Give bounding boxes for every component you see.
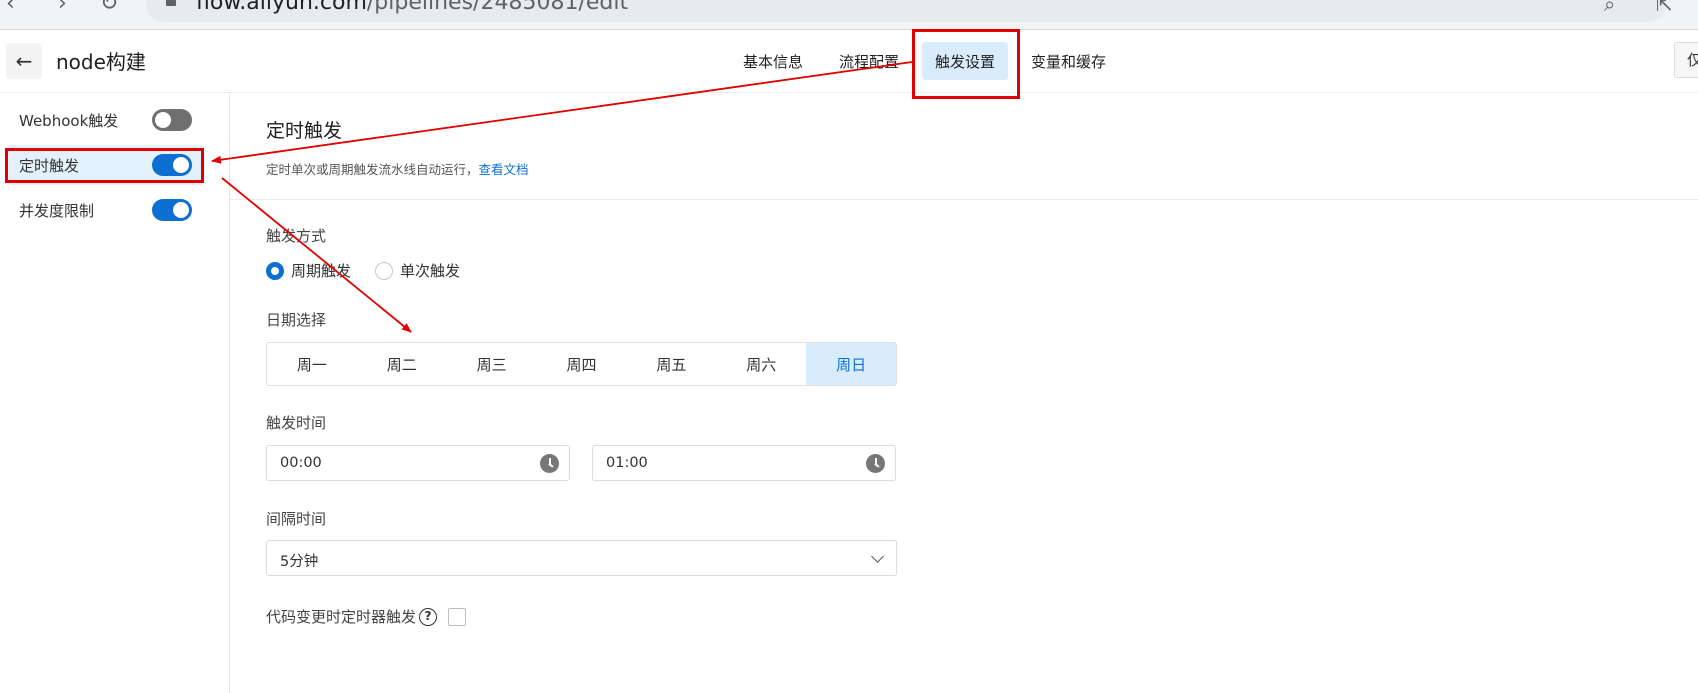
divider <box>230 199 1698 200</box>
radio-label: 周期触发 <box>291 262 352 280</box>
browser-back-icon[interactable]: ‹ <box>6 0 15 16</box>
browser-forward-icon[interactable]: › <box>58 0 67 16</box>
sidebar-item-label: 定时触发 <box>19 156 80 175</box>
back-button[interactable]: ← <box>6 43 42 79</box>
sidebar-item-scheduled[interactable]: 定时触发 <box>8 145 204 185</box>
scheduled-toggle[interactable] <box>152 154 192 176</box>
weekday-wed[interactable]: 周三 <box>447 343 537 385</box>
concurrency-toggle[interactable] <box>152 199 192 221</box>
chevron-down-icon <box>871 550 884 563</box>
description-text: 定时单次或周期触发流水线自动运行， <box>266 162 479 177</box>
weekday-fri[interactable]: 周五 <box>626 343 716 385</box>
share-icon[interactable]: ⇱ <box>1656 0 1673 16</box>
sidebar-item-label: Webhook触发 <box>19 111 119 130</box>
url-path: /pipelines/2485081/edit <box>366 0 629 15</box>
weekday-mon[interactable]: 周一 <box>267 343 357 385</box>
trigger-time-label: 触发时间 <box>266 414 327 432</box>
tab-bar: 基本信息 流程配置 触发设置 变量和缓存 <box>730 42 1129 80</box>
doc-link[interactable]: 查看文档 <box>479 162 529 177</box>
clock-icon <box>866 454 885 473</box>
url-text[interactable]: flow.aliyun.com/pipelines/2485081/edit <box>196 0 628 15</box>
interval-select[interactable]: 5分钟 <box>266 540 897 576</box>
tab-trigger-settings[interactable]: 触发设置 <box>922 42 1009 80</box>
browser-reload-icon[interactable]: ↻ <box>100 0 118 16</box>
start-time-value: 00:00 <box>280 455 322 471</box>
section-description: 定时单次或周期触发流水线自动运行，查看文档 <box>266 159 529 178</box>
page-title: node构建 <box>56 50 146 74</box>
webhook-toggle[interactable] <box>152 109 192 131</box>
url-host: flow.aliyun.com <box>196 0 367 15</box>
toggle-knob <box>173 202 189 218</box>
zoom-icon[interactable]: ⌕ <box>1604 0 1615 16</box>
arrow-left-icon: ← <box>15 49 33 73</box>
code-change-trigger-row: 代码变更时定时器触发 ? <box>266 606 467 627</box>
toggle-knob <box>173 157 189 173</box>
weekday-selector: 周一 周二 周三 周四 周五 周六 周日 <box>266 342 897 386</box>
scheduled-trigger-panel: 定时触发 定时单次或周期触发流水线自动运行，查看文档 触发方式 周期触发 单次触… <box>230 94 1698 693</box>
weekday-sun[interactable]: 周日 <box>806 343 896 385</box>
trigger-mode-radio-group: 周期触发 单次触发 <box>266 260 484 281</box>
tab-basic-info[interactable]: 基本信息 <box>730 42 816 80</box>
radio-once[interactable]: 单次触发 <box>375 260 460 281</box>
toggle-knob <box>155 112 171 128</box>
tab-pipeline-config[interactable]: 流程配置 <box>826 42 912 80</box>
radio-label: 单次触发 <box>400 262 461 280</box>
end-time-input[interactable]: 01:00 <box>592 445 896 481</box>
weekday-tue[interactable]: 周二 <box>357 343 447 385</box>
sidebar-item-concurrency[interactable]: 并发度限制 <box>8 190 204 230</box>
trigger-mode-label: 触发方式 <box>266 227 327 245</box>
section-title: 定时触发 <box>266 120 343 142</box>
radio-unchecked-icon <box>375 261 394 280</box>
interval-label: 间隔时间 <box>266 510 327 528</box>
help-icon[interactable]: ? <box>419 607 438 626</box>
end-time-value: 01:00 <box>606 455 648 471</box>
header-action-button[interactable]: 仅 <box>1674 42 1698 78</box>
browser-toolbar: ‹ › ↻ flow.aliyun.com/pipelines/2485081/… <box>0 0 1698 30</box>
radio-checked-icon <box>266 261 284 280</box>
lock-icon <box>166 0 176 6</box>
clock-icon <box>540 454 559 473</box>
weekday-sat[interactable]: 周六 <box>716 343 806 385</box>
code-change-checkbox[interactable] <box>448 607 467 626</box>
radio-periodic[interactable]: 周期触发 <box>266 260 351 281</box>
date-select-label: 日期选择 <box>266 311 327 329</box>
app-header: ← node构建 基本信息 流程配置 触发设置 变量和缓存 仅 <box>0 30 1698 93</box>
sidebar-item-label: 并发度限制 <box>19 201 95 220</box>
sidebar-item-webhook[interactable]: Webhook触发 <box>8 100 204 140</box>
interval-value: 5分钟 <box>280 554 319 570</box>
trigger-sidebar: Webhook触发 定时触发 并发度限制 <box>0 94 230 693</box>
start-time-input[interactable]: 00:00 <box>266 445 570 481</box>
weekday-thu[interactable]: 周四 <box>537 343 627 385</box>
code-change-label: 代码变更时定时器触发 <box>266 608 417 626</box>
tab-variables-cache[interactable]: 变量和缓存 <box>1018 42 1119 80</box>
